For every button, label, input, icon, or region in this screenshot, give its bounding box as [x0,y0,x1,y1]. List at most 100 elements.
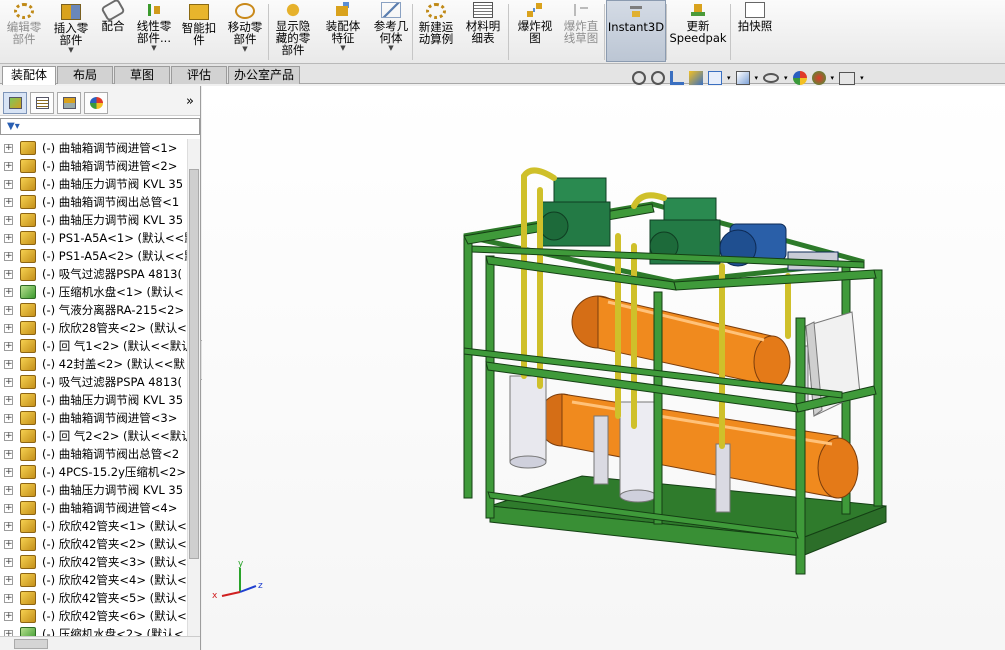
reference-geometry-button[interactable]: 参考几 何体 ▼ [368,0,414,62]
tree-item[interactable]: + (-) 曲轴箱调节阀进管<2> [0,157,187,175]
scrollbar-thumb[interactable] [14,639,48,649]
tree-item[interactable]: + (-) 曲轴压力调节阀 KVL 35 [0,211,187,229]
tree-item[interactable]: + (-) PS1-A5A<1> (默认<<默 [0,229,187,247]
zoom-to-area-icon[interactable] [651,71,665,85]
take-snapshot-button[interactable]: 拍快照 [732,0,778,62]
expand-plus-icon[interactable]: + [4,450,13,459]
tree-vertical-scrollbar[interactable] [187,139,200,636]
expand-plus-icon[interactable]: + [4,486,13,495]
update-speedpak-button[interactable]: 更新 Speedpak [668,0,728,62]
tree-item[interactable]: + (-) 曲轴压力调节阀 KVL 35 [0,481,187,499]
view-settings-icon[interactable] [839,71,856,85]
tree-item[interactable]: + (-) 欣欣42管夹<6> (默认< [0,607,187,625]
tree-item[interactable]: + (-) 欣欣42管夹<5> (默认< [0,589,187,607]
move-component-button[interactable]: 移动零 部件 ▼ [222,0,268,62]
feature-manager-tab[interactable] [3,92,27,114]
expand-plus-icon[interactable]: + [4,234,13,243]
dropdown-arrow-icon[interactable]: ▼ [151,44,156,52]
expand-plus-icon[interactable]: + [4,360,13,369]
hide-show-items-icon[interactable] [763,73,780,83]
property-manager-tab[interactable] [30,92,54,114]
new-motion-study-button[interactable]: 新建运 动算例 [414,0,458,62]
expand-plus-icon[interactable]: + [4,504,13,513]
tree-item[interactable]: + (-) 曲轴箱调节阀进管<4> [0,499,187,517]
dropdown-arrow-icon[interactable]: ▾ [784,74,788,82]
expand-plus-icon[interactable]: + [4,540,13,549]
tab-sketch[interactable]: 草图 [114,66,170,84]
tree-item[interactable]: + (-) 欣欣42管夹<4> (默认< [0,571,187,589]
exploded-view-button[interactable]: 爆炸视 图 [510,0,560,62]
scrollbar-thumb[interactable] [189,169,199,559]
dropdown-arrow-icon[interactable]: ▾ [860,74,864,82]
assembly-model-view[interactable]: y x z [202,86,1005,650]
expand-plus-icon[interactable]: + [4,468,13,477]
linear-pattern-button[interactable]: 线性零 部件... ▼ [132,0,176,62]
expand-plus-icon[interactable]: + [4,288,13,297]
tree-item[interactable]: + (-) 曲轴箱调节阀进管<1> [0,139,187,157]
insert-component-button[interactable]: 插入零 部件 ▼ [48,0,94,62]
tree-filter-box[interactable]: ▼▾ [0,118,200,135]
expand-plus-icon[interactable]: + [4,612,13,621]
tree-item[interactable]: + (-) 欣欣42管夹<2> (默认< [0,535,187,553]
bill-of-materials-button[interactable]: 材料明 细表 [462,0,504,62]
dropdown-arrow-icon[interactable]: ▼ [242,45,247,53]
tree-item[interactable]: + (-) 曲轴箱调节阀出总管<1 [0,193,187,211]
graphics-area[interactable]: y x z [202,86,1005,650]
tree-item[interactable]: + (-) 曲轴压力调节阀 KVL 35 [0,391,187,409]
expand-plus-icon[interactable]: + [4,252,13,261]
expand-plus-icon[interactable]: + [4,162,13,171]
edit-part-button[interactable]: 编辑零 部件 [2,0,46,62]
edit-appearance-icon[interactable] [792,71,807,85]
dropdown-arrow-icon[interactable]: ▼ [388,44,393,52]
dropdown-arrow-icon[interactable]: ▾ [831,74,835,82]
zoom-to-fit-icon[interactable] [632,71,646,85]
instant3d-button[interactable]: Instant3D [606,0,666,62]
more-tabs-chevron-icon[interactable]: » [186,94,194,109]
tree-item[interactable]: + (-) 曲轴箱调节阀出总管<2 [0,445,187,463]
tree-item[interactable]: + (-) 回 气2<2> (默认<<默认 [0,427,187,445]
tree-item[interactable]: + (-) 欣欣28管夹<2> (默认< [0,319,187,337]
expand-plus-icon[interactable]: + [4,144,13,153]
show-hidden-button[interactable]: 显示隐 藏的零 部件 [270,0,316,62]
expand-plus-icon[interactable]: + [4,378,13,387]
tree-item[interactable]: + (-) 42封盖<2> (默认<<默 [0,355,187,373]
dropdown-arrow-icon[interactable]: ▾ [755,74,759,82]
tree-item[interactable]: + (-) 压缩机水盘<1> (默认< [0,283,187,301]
expand-plus-icon[interactable]: + [4,522,13,531]
display-manager-tab[interactable] [84,92,108,114]
tree-item[interactable]: + (-) 曲轴箱调节阀进管<3> [0,409,187,427]
assembly-feature-button[interactable]: 装配体 特征 ▼ [320,0,366,62]
view-orientation-icon[interactable] [708,71,722,85]
expand-plus-icon[interactable]: + [4,324,13,333]
explode-line-sketch-button[interactable]: 爆炸直 线草图 [560,0,602,62]
apply-scene-icon[interactable] [811,71,826,85]
expand-plus-icon[interactable]: + [4,306,13,315]
expand-plus-icon[interactable]: + [4,216,13,225]
configuration-manager-tab[interactable] [57,92,81,114]
tree-item[interactable]: + (-) 曲轴压力调节阀 KVL 35 [0,175,187,193]
expand-plus-icon[interactable]: + [4,432,13,441]
expand-plus-icon[interactable]: + [4,558,13,567]
dropdown-arrow-icon[interactable]: ▼ [68,46,73,54]
tree-item[interactable]: + (-) 吸气过滤器PSPA 4813( [0,373,187,391]
display-style-icon[interactable] [735,71,750,85]
expand-plus-icon[interactable]: + [4,180,13,189]
tree-horizontal-scrollbar[interactable] [0,636,200,650]
tab-office-products[interactable]: 办公室产品 [228,66,300,84]
tree-item[interactable]: + (-) 回 气1<2> (默认<<默认 [0,337,187,355]
tree-item[interactable]: + (-) 欣欣42管夹<3> (默认< [0,553,187,571]
expand-plus-icon[interactable]: + [4,594,13,603]
section-view-icon[interactable] [689,71,703,85]
tab-assembly[interactable]: 装配体 [2,66,56,85]
mate-button[interactable]: 配合 [96,0,130,62]
smart-fastener-button[interactable]: 智能扣 件 [178,0,220,62]
tab-evaluate[interactable]: 评估 [171,66,227,84]
expand-plus-icon[interactable]: + [4,270,13,279]
tree-item[interactable]: + (-) 压缩机水盘<2> (默认< [0,625,187,636]
expand-plus-icon[interactable]: + [4,414,13,423]
tree-item[interactable]: + (-) 气液分离器RA-215<2> [0,301,187,319]
tree-item[interactable]: + (-) 4PCS-15.2y压缩机<2> [0,463,187,481]
tree-item[interactable]: + (-) 欣欣42管夹<1> (默认< [0,517,187,535]
tab-layout[interactable]: 布局 [57,66,113,84]
tree-item[interactable]: + (-) 吸气过滤器PSPA 4813( [0,265,187,283]
